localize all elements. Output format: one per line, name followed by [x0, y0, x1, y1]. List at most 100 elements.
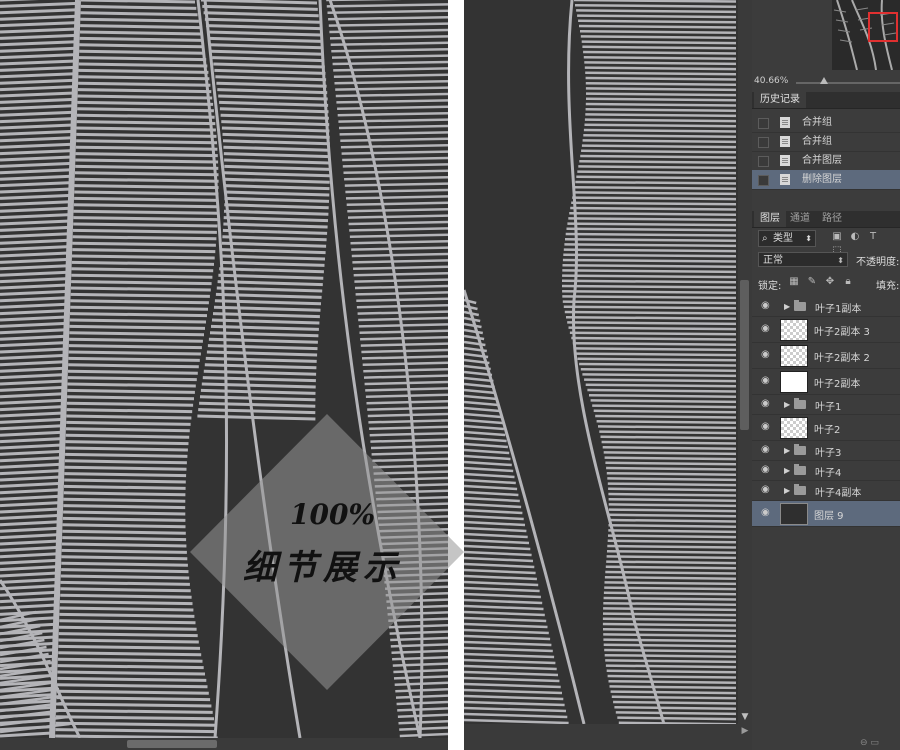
layer-name: 叶子2副本 3: [814, 327, 870, 338]
side-panels: 40.66% 历史记录 合并组 合并组 合并图层 删除图层 图层 通道 路径 ⌕ 类型…: [752, 0, 900, 750]
scroll-down-arrow-icon[interactable]: ▼: [738, 710, 752, 724]
layer-name: 叶子4: [815, 468, 842, 479]
layer-row[interactable]: ◉ 叶子2副本 2: [752, 343, 900, 369]
link-layers-icon[interactable]: ⊖: [860, 738, 868, 748]
fill-label: 填充:: [876, 281, 900, 292]
visibility-eye-icon[interactable]: ◉: [761, 464, 770, 476]
layer-group-row[interactable]: ◉ ▶ 叶子1副本: [752, 297, 900, 317]
lock-all-icon[interactable]: 🔒︎: [842, 276, 854, 288]
history-item[interactable]: 合并组: [752, 113, 900, 133]
opacity-label: 不透明度:: [856, 257, 900, 268]
layer-thumbnail: [780, 417, 808, 439]
layer-row[interactable]: ◉ 图层 9: [752, 501, 900, 527]
history-item-label: 合并图层: [802, 155, 842, 166]
document-icon: [780, 155, 790, 166]
lock-transparent-pixels-icon[interactable]: ▦: [788, 276, 800, 288]
leaf-artwork-right: [464, 0, 737, 724]
visibility-eye-icon[interactable]: ◉: [761, 323, 770, 335]
visibility-eye-icon[interactable]: ◉: [761, 444, 770, 456]
expand-triangle-icon[interactable]: ▶: [784, 445, 790, 457]
history-tabbar: 历史记录: [752, 92, 900, 109]
horizontal-scrollbar-left[interactable]: [0, 738, 448, 750]
lock-image-pixels-icon[interactable]: ✎: [806, 276, 818, 288]
folder-icon: [794, 300, 806, 311]
stepper-icon: ⬍: [805, 234, 812, 243]
history-item[interactable]: 合并组: [752, 132, 900, 152]
layer-group-row[interactable]: ◉ ▶ 叶子4副本: [752, 481, 900, 501]
add-style-icon[interactable]: ▭: [870, 738, 879, 748]
layer-row[interactable]: ◉ 叶子2: [752, 415, 900, 441]
document-icon: [780, 174, 790, 185]
expand-triangle-icon[interactable]: ▶: [784, 485, 790, 497]
lock-position-icon[interactable]: ✥: [824, 276, 836, 288]
layer-row[interactable]: ◉ 叶子2副本 3: [752, 317, 900, 343]
layer-group-row[interactable]: ◉ ▶ 叶子4: [752, 461, 900, 481]
blend-row: 正常 ⬍ 不透明度:: [752, 250, 900, 270]
layer-name: 叶子2副本 2: [814, 353, 870, 364]
history-snapshot-checkbox[interactable]: [758, 156, 769, 167]
visibility-eye-icon[interactable]: ◉: [761, 398, 770, 410]
visibility-eye-icon[interactable]: ◉: [761, 421, 770, 433]
layer-name: 叶子4副本: [815, 488, 862, 499]
visibility-eye-icon[interactable]: ◉: [761, 507, 770, 519]
layer-name: 叶子1副本: [815, 304, 862, 315]
visibility-eye-icon[interactable]: ◉: [761, 300, 770, 312]
navigator-view-box[interactable]: [868, 12, 898, 42]
kind-filter-label: 类型: [773, 233, 793, 244]
history-item-label: 删除图层: [802, 174, 842, 185]
expand-triangle-icon[interactable]: ▶: [784, 465, 790, 477]
watermark-caption: 细节展示: [243, 548, 403, 588]
layer-filter-row: ⌕ 类型 ⬍ ▣ ◐ T⬚: [752, 228, 900, 256]
layer-group-row[interactable]: ◉ ▶ 叶子1: [752, 395, 900, 415]
layer-thumbnail: [780, 371, 808, 393]
layer-name: 叶子2副本: [814, 379, 861, 390]
layer-name: 叶子1: [815, 402, 842, 413]
visibility-eye-icon[interactable]: ◉: [761, 484, 770, 496]
tab-history[interactable]: 历史记录: [754, 92, 806, 108]
vertical-scrollbar[interactable]: ▼: [738, 0, 752, 724]
history-snapshot-checkbox[interactable]: [758, 175, 769, 186]
search-icon: ⌕: [762, 233, 768, 244]
visibility-eye-icon[interactable]: ◉: [761, 375, 770, 387]
panel-footer: ⊖ ▭: [860, 738, 879, 748]
folder-icon: [794, 398, 806, 409]
watermark-percent: 100%: [290, 498, 376, 531]
layer-name: 叶子3: [815, 448, 842, 459]
horizontal-scrollbar-right[interactable]: ▶: [464, 724, 752, 750]
scrollbar-thumb[interactable]: [127, 740, 217, 748]
layer-row[interactable]: ◉ 叶子2副本: [752, 369, 900, 395]
zoom-slider-knob[interactable]: [820, 77, 828, 84]
history-item[interactable]: 删除图层: [752, 170, 900, 190]
type-filter-icon[interactable]: T: [866, 230, 880, 244]
history-item[interactable]: 合并图层: [752, 151, 900, 171]
expand-triangle-icon[interactable]: ▶: [784, 301, 790, 313]
zoom-level[interactable]: 40.66%: [754, 76, 788, 86]
leaf-hatching: [464, 298, 569, 724]
folder-icon: [794, 444, 806, 455]
layer-group-row[interactable]: ◉ ▶ 叶子3: [752, 441, 900, 461]
history-item-label: 合并组: [802, 117, 832, 128]
zoom-slider[interactable]: [796, 82, 900, 84]
kind-filter-select[interactable]: ⌕ 类型 ⬍: [758, 230, 816, 247]
tab-paths[interactable]: 路径: [816, 211, 848, 227]
document-icon: [780, 117, 790, 128]
tab-channels[interactable]: 通道: [784, 211, 816, 227]
layer-thumbnail: [780, 503, 808, 525]
scroll-right-arrow-icon[interactable]: ▶: [738, 724, 752, 738]
folder-icon: [794, 484, 806, 495]
adjustment-filter-icon[interactable]: ◐: [848, 230, 862, 244]
layer-name: 图层 9: [814, 511, 844, 522]
document-icon: [780, 136, 790, 147]
leaf-hatching: [561, 0, 737, 724]
visibility-eye-icon[interactable]: ◉: [761, 349, 770, 361]
scrollbar-thumb[interactable]: [740, 280, 749, 430]
expand-triangle-icon[interactable]: ▶: [784, 399, 790, 411]
history-snapshot-checkbox[interactable]: [758, 118, 769, 129]
navigator-preview[interactable]: [832, 0, 900, 70]
image-filter-icon[interactable]: ▣: [830, 230, 844, 244]
folder-icon: [794, 464, 806, 475]
blend-mode-select[interactable]: 正常 ⬍: [758, 252, 848, 267]
tab-layers[interactable]: 图层: [754, 211, 786, 227]
history-snapshot-checkbox[interactable]: [758, 137, 769, 148]
canvas-view-right[interactable]: [464, 0, 752, 724]
